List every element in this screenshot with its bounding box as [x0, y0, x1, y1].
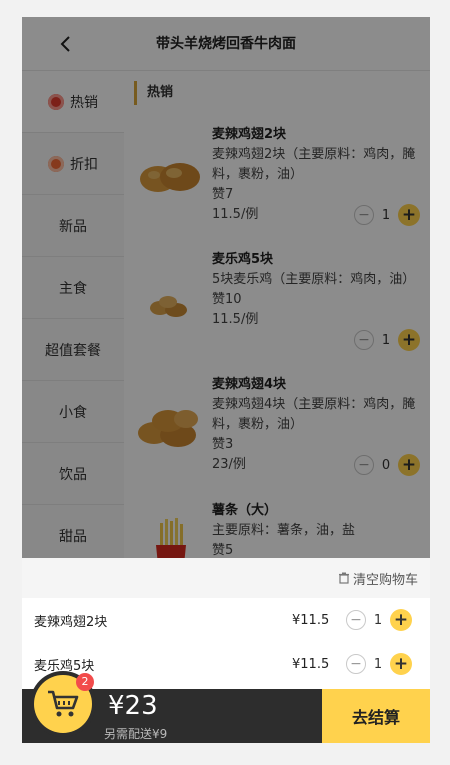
- cart-item-price: ¥11.5: [292, 612, 330, 628]
- cart-item-price: ¥11.5: [292, 656, 330, 672]
- cart-row: 麦辣鸡翅2块 ¥11.5 − 1 +: [22, 598, 430, 642]
- cart-total: ¥23: [108, 691, 158, 721]
- trash-icon: [338, 572, 349, 584]
- quantity-value: 1: [373, 656, 383, 672]
- shopping-cart-icon: [48, 690, 79, 717]
- cart-item-name: 麦乐鸡5块: [34, 658, 95, 674]
- cart-header: 清空购物车: [22, 558, 430, 598]
- cart-item-name: 麦辣鸡翅2块: [34, 614, 108, 630]
- plus-button[interactable]: +: [390, 653, 412, 675]
- clear-cart-label: 清空购物车: [352, 572, 418, 588]
- cart-count-badge: 2: [76, 673, 94, 691]
- dim-overlay[interactable]: [22, 17, 430, 558]
- checkout-bar: 2 ¥23 另需配送¥9 去结算: [22, 673, 430, 743]
- minus-button[interactable]: −: [346, 610, 366, 630]
- clear-cart-button[interactable]: 清空购物车: [338, 569, 418, 588]
- minus-button[interactable]: −: [346, 654, 366, 674]
- quantity-value: 1: [373, 612, 383, 628]
- app-screen: 带头羊烧烤回香牛肉面 热销 折扣 新品 主食 超值套餐 小食 饮品 甜品 热销 …: [22, 17, 430, 743]
- cart-button[interactable]: 2: [34, 673, 94, 733]
- plus-button[interactable]: +: [390, 609, 412, 631]
- cart-panel: 清空购物车 麦辣鸡翅2块 ¥11.5 − 1 + 麦乐鸡5块 ¥11.5 − 1…: [22, 558, 430, 689]
- checkout-button[interactable]: 去结算: [322, 689, 430, 743]
- delivery-fee: 另需配送¥9: [104, 727, 168, 741]
- quantity-stepper: − 1 +: [346, 653, 412, 675]
- quantity-stepper: − 1 +: [346, 609, 412, 631]
